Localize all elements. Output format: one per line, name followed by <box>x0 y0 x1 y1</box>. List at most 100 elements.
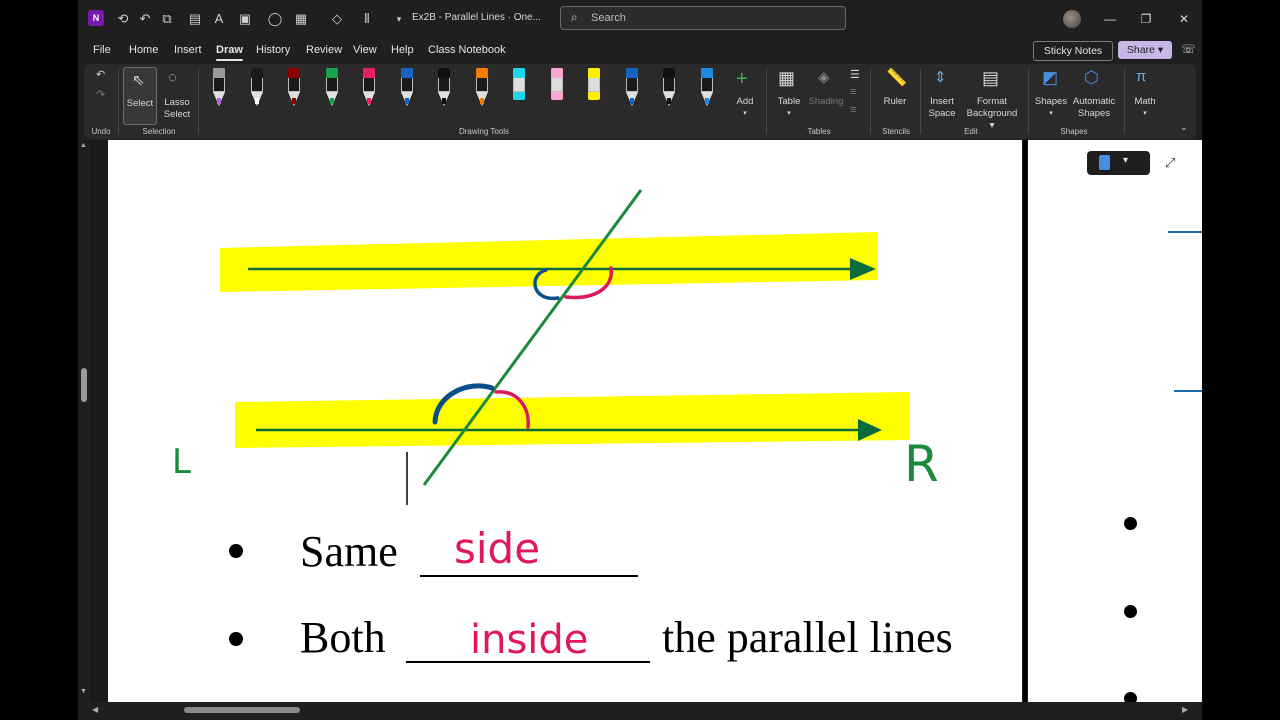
shapes-icon[interactable]: ◯ <box>266 10 284 28</box>
horizontal-scrollbar[interactable]: ◀ ▶ <box>78 702 1202 720</box>
pen-icon[interactable] <box>475 68 489 108</box>
pen-icon[interactable] <box>400 68 414 108</box>
tab-file[interactable]: File <box>93 44 111 56</box>
tab-class-notebook[interactable]: Class Notebook <box>428 44 506 56</box>
search-placeholder: Search <box>591 12 626 24</box>
shading-label: Shading <box>808 96 844 107</box>
shapes-label: Shapes <box>1034 96 1068 107</box>
format-background-button[interactable]: ▤ Format Background ▾ <box>964 68 1020 131</box>
separator <box>1028 68 1029 134</box>
preview-line <box>1174 390 1202 392</box>
automatic-shapes-label-2: Shapes <box>1077 108 1111 119</box>
font-color-icon[interactable]: A <box>210 10 228 28</box>
pen-icon[interactable] <box>625 68 639 108</box>
close-icon[interactable]: ✕ <box>1172 9 1196 29</box>
sticky-notes-button[interactable]: Sticky Notes <box>1033 41 1113 61</box>
tab-review[interactable]: Review <box>306 44 342 56</box>
pen-icon[interactable] <box>250 68 264 108</box>
tab-draw[interactable]: Draw <box>216 44 243 61</box>
minimize-icon[interactable]: — <box>1098 9 1122 29</box>
pen-icon[interactable] <box>700 68 714 108</box>
expand-icon[interactable]: ⤢ <box>1165 155 1175 171</box>
pen-icon[interactable] <box>325 68 339 108</box>
scroll-left-icon[interactable]: ◀ <box>92 705 98 714</box>
add-pen-button[interactable]: + Add ▾ <box>732 68 758 120</box>
lasso-label-2: Select <box>163 109 191 120</box>
pi-icon: π <box>1136 68 1147 85</box>
search-box[interactable]: ⌕ Search <box>560 6 846 30</box>
chevron-down-icon: ▾ <box>1123 155 1129 166</box>
bullet1-blank <box>420 575 638 577</box>
table-icon[interactable]: ▦ <box>292 10 310 28</box>
collapse-ribbon-icon[interactable]: ⌄ <box>1180 122 1188 133</box>
chevron-down-icon: ▾ <box>1143 110 1147 117</box>
restore-icon[interactable]: ❐ <box>1134 9 1158 29</box>
title-bar: N ⟲ ↶ ⧉ ▤ A ▣ ◯ ▦ ◇ ⫴ ▾ Ex2B - Parallel … <box>78 0 1202 38</box>
align-center-icon[interactable]: ≡ <box>850 86 856 98</box>
notebook-nav-button[interactable]: ▾ <box>1087 151 1150 175</box>
shapes-button[interactable]: ◩ Shapes ▾ <box>1034 68 1068 124</box>
feedback-icon[interactable]: ☏ <box>1181 42 1196 56</box>
tab-home[interactable]: Home <box>129 44 158 56</box>
tab-insert[interactable]: Insert <box>174 44 202 56</box>
stencils-group-label: Stencils <box>881 127 910 136</box>
table-label: Table <box>777 96 801 107</box>
next-page-preview <box>1028 140 1202 705</box>
ruler-button[interactable]: 📏 Ruler <box>878 68 912 120</box>
bullet2-text: Both <box>300 613 386 662</box>
ruler-label: Ruler <box>883 96 907 107</box>
highlighter-icon[interactable] <box>512 68 526 108</box>
customize-chevron-icon[interactable]: ▾ <box>390 10 408 28</box>
edit-group-label: Edit <box>964 127 978 136</box>
lasso-icon: ◌ <box>168 69 177 86</box>
share-button[interactable]: Share ▾ <box>1118 41 1172 59</box>
undo-icon[interactable]: ↶ <box>136 10 154 28</box>
scroll-right-icon[interactable]: ▶ <box>1182 705 1188 714</box>
avatar[interactable] <box>1063 10 1081 28</box>
undo-group-label: Undo <box>91 127 111 136</box>
table-button[interactable]: ▦ Table ▾ <box>774 68 804 120</box>
eraser-icon[interactable]: ◇ <box>328 10 346 28</box>
separator <box>920 68 921 134</box>
image-icon[interactable]: ▣ <box>236 10 254 28</box>
scroll-down-icon[interactable]: ▼ <box>80 688 87 695</box>
pen-icon[interactable] <box>362 68 376 108</box>
back-icon[interactable]: ⟲ <box>114 10 132 28</box>
pen-icon[interactable] <box>287 68 301 108</box>
page-view-icon[interactable]: ▤ <box>186 10 204 28</box>
lasso-select-button[interactable]: ◌ Lasso Select <box>160 67 194 123</box>
pencil-icon[interactable] <box>212 68 226 108</box>
vertical-scroll-thumb[interactable] <box>81 368 87 402</box>
tab-help[interactable]: Help <box>391 44 414 56</box>
tab-history[interactable]: History <box>256 44 290 56</box>
align-right-icon[interactable]: ≡ <box>850 104 856 116</box>
note-page[interactable]: L R Same side Both inside the parallel l… <box>108 140 1022 702</box>
lasso-label-1: Lasso <box>164 97 190 108</box>
highlighter-icon[interactable] <box>550 68 564 108</box>
ribbon-undo-icon[interactable]: ↶ <box>96 68 105 81</box>
screen-clip-icon[interactable]: ⧉ <box>158 10 176 28</box>
column-icon[interactable]: ⫴ <box>358 10 376 28</box>
scroll-up-icon[interactable]: ▲ <box>80 142 87 149</box>
tab-view[interactable]: View <box>353 44 377 56</box>
pen-icon[interactable] <box>437 68 451 108</box>
ribbon-redo-icon[interactable]: ↷ <box>96 88 105 101</box>
separator <box>766 68 767 134</box>
vertical-scrollbar[interactable]: ▲ ▼ <box>78 140 90 702</box>
align-icon[interactable]: ☰ <box>850 68 860 81</box>
math-button[interactable]: π Math ▾ <box>1130 68 1160 124</box>
bullet2-tail: the parallel lines <box>662 613 953 662</box>
chevron-down-icon: ▾ <box>787 110 791 117</box>
onenote-logo-icon: N <box>88 10 104 26</box>
insert-space-button[interactable]: ⇕ Insert Space <box>924 68 960 124</box>
bullet-dot <box>229 544 243 558</box>
pen-icon[interactable] <box>662 68 676 108</box>
highlighter-icon[interactable] <box>587 68 601 108</box>
separator <box>198 68 199 134</box>
select-button[interactable]: ⇖ Select <box>123 67 157 125</box>
document-title: Ex2B - Parallel Lines · One... <box>412 12 541 23</box>
insert-space-label-1: Insert <box>930 96 954 107</box>
shading-button[interactable]: ◈ Shading <box>808 68 844 120</box>
horizontal-scroll-thumb[interactable] <box>184 707 300 713</box>
automatic-shapes-button[interactable]: ⬡ Automatic Shapes <box>1070 68 1118 124</box>
